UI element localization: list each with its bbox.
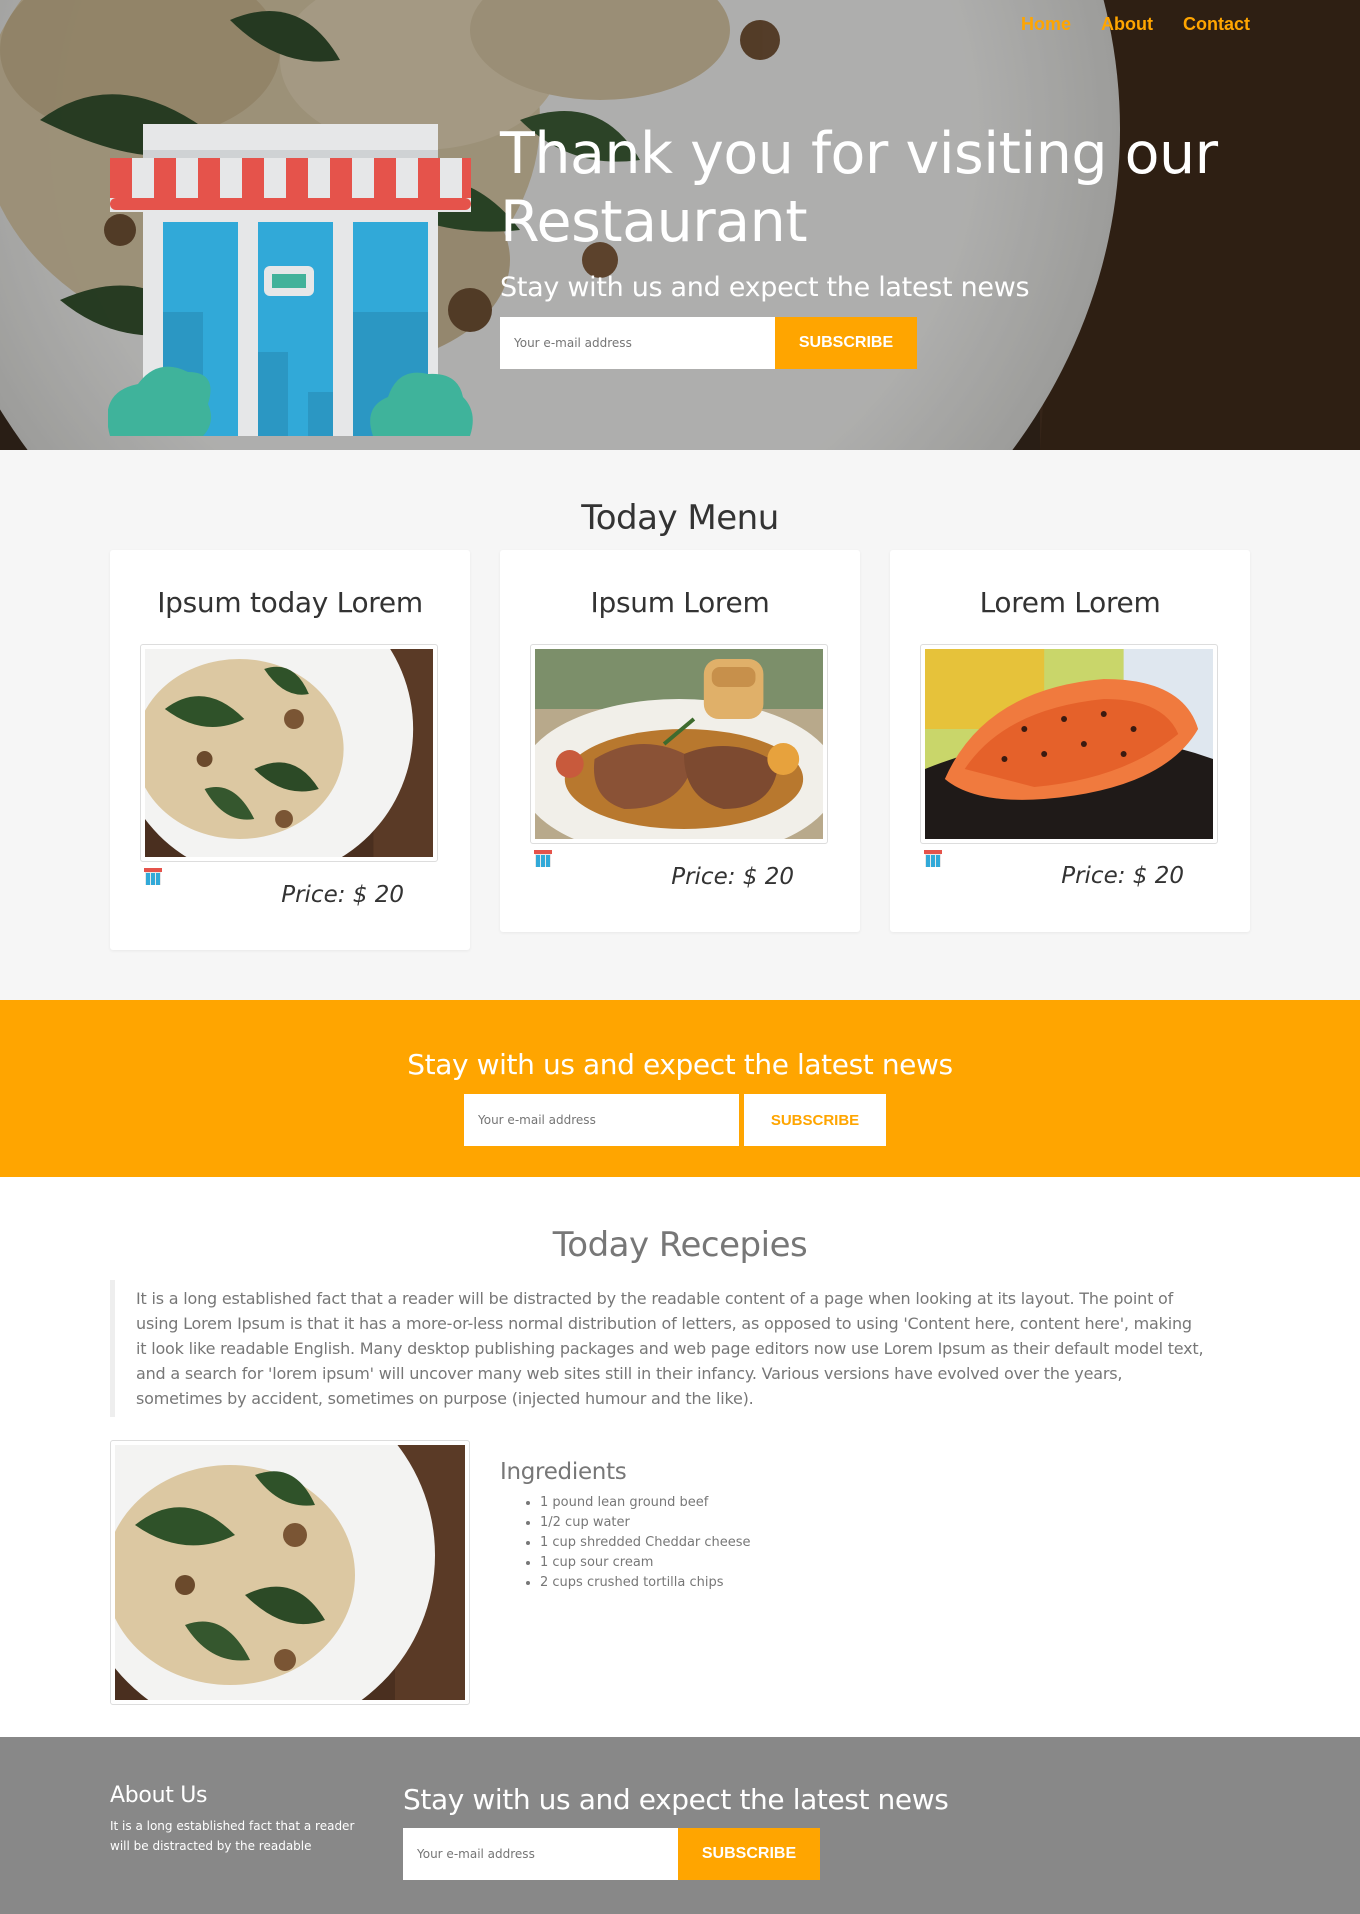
shop-icon [108, 124, 473, 436]
ingredients-block: Ingredients 1 pound lean ground beef 1/2… [500, 1459, 751, 1593]
hero-email-input[interactable] [500, 317, 775, 369]
band-title: Stay with us and expect the latest news [407, 1048, 953, 1081]
hero-subscribe-form: SUBSCRIBE [500, 317, 1260, 369]
footer-newsletter-title: Stay with us and expect the latest news [403, 1783, 949, 1816]
hero-section: Home About Contact Thank you for visitin… [0, 0, 1360, 450]
list-item: 1 cup sour cream [540, 1553, 751, 1573]
salmon-photo [920, 644, 1218, 844]
today-recipes-section: Today Recepies It is a long established … [0, 1177, 1360, 1737]
footer-about-title: About Us [110, 1783, 208, 1808]
hero-content: Thank you for visiting our Restaurant St… [500, 120, 1260, 369]
ingredients-list: 1 pound lean ground beef 1/2 cup water 1… [500, 1493, 751, 1593]
shop-mini-icon [144, 868, 162, 885]
footer: About Us It is a long established fact t… [0, 1737, 1360, 1914]
newsletter-band: Stay with us and expect the latest news … [0, 1000, 1360, 1177]
recipe-photo [110, 1440, 470, 1705]
menu-card-price: Price: $ 20 [281, 882, 404, 908]
shop-mini-icon [534, 850, 552, 867]
band-email-input[interactable] [464, 1094, 739, 1146]
steak-photo [530, 644, 828, 844]
hero-subscribe-button[interactable]: SUBSCRIBE [775, 317, 917, 369]
recipes-blockquote: It is a long established fact that a rea… [110, 1280, 1225, 1417]
footer-subscribe-form: SUBSCRIBE [403, 1828, 948, 1880]
footer-newsletter: Stay with us and expect the latest news … [403, 1783, 949, 1880]
list-item: 2 cups crushed tortilla chips [540, 1573, 751, 1593]
band-subscribe-form: SUBSCRIBE [464, 1094, 886, 1146]
footer-subscribe-button[interactable]: SUBSCRIBE [678, 1828, 820, 1880]
menu-card-price: Price: $ 20 [1061, 863, 1184, 889]
menu-card[interactable]: Lorem Lorem Price: $ 20 [890, 550, 1250, 932]
pasta-photo [140, 644, 438, 862]
ingredients-title: Ingredients [500, 1459, 627, 1485]
list-item: 1 cup shredded Cheddar cheese [540, 1533, 751, 1553]
footer-email-input[interactable] [403, 1828, 678, 1880]
hero-title: Thank you for visiting our Restaurant [500, 121, 1218, 255]
list-item: 1/2 cup water [540, 1513, 751, 1533]
band-subscribe-button[interactable]: SUBSCRIBE [744, 1094, 886, 1146]
nav-home-link[interactable]: Home [1021, 14, 1071, 35]
hero-subtitle: Stay with us and expect the latest news [500, 272, 1030, 303]
today-menu-section: Today Menu Ipsum today Lorem Price: $ 20… [0, 450, 1360, 1000]
list-item: 1 pound lean ground beef [540, 1493, 751, 1513]
recipes-title: Today Recepies [552, 1225, 808, 1265]
menu-card-price: Price: $ 20 [671, 864, 794, 890]
menu-section-title: Today Menu [581, 498, 779, 538]
nav-contact-link[interactable]: Contact [1183, 14, 1250, 35]
menu-card-title: Ipsum Lorem [590, 586, 770, 619]
menu-card-title: Lorem Lorem [979, 586, 1161, 619]
shop-mini-icon [924, 850, 942, 867]
footer-about-text: It is a long established fact that a rea… [110, 1819, 355, 1853]
menu-card-title: Ipsum today Lorem [157, 586, 423, 619]
nav-about-link[interactable]: About [1101, 14, 1153, 35]
menu-card[interactable]: Ipsum Lorem Price: $ 20 [500, 550, 860, 932]
footer-about: About Us It is a long established fact t… [110, 1783, 370, 1856]
top-nav: Home About Contact [1021, 14, 1250, 35]
menu-card[interactable]: Ipsum today Lorem Price: $ 20 [110, 550, 470, 950]
